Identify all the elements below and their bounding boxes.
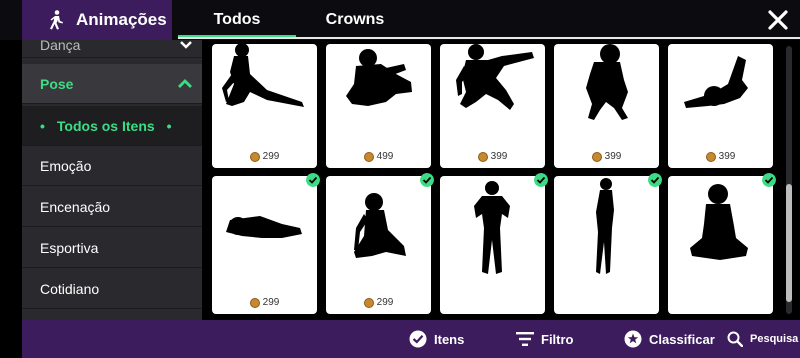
price-value: 399	[718, 151, 736, 162]
coin-icon	[591, 151, 602, 162]
owned-check-icon	[420, 173, 434, 187]
itens-label: Itens	[434, 331, 465, 347]
tab-crowns-label: Crowns	[325, 11, 385, 28]
pose-crouching-image	[586, 44, 628, 120]
item-grid: 299 499 399 399 399 299 299	[202, 40, 780, 320]
check-circle-icon	[409, 330, 427, 348]
filtro-label: Filtro	[541, 331, 574, 347]
sidebar-item-label: Cotidiano	[40, 280, 100, 297]
owned-check-icon	[648, 173, 662, 187]
price-tag: 399	[554, 151, 659, 162]
search-icon	[727, 331, 743, 347]
price-value: 399	[604, 151, 622, 162]
grid-scrollbar[interactable]	[786, 46, 792, 314]
item-card[interactable]: 299	[212, 44, 317, 168]
owned-check-icon	[306, 173, 320, 187]
item-card[interactable]: 399	[668, 44, 773, 168]
chevron-up-icon	[178, 78, 192, 88]
sidebar-item-emocao[interactable]: Emoção	[22, 146, 202, 186]
item-card[interactable]: 299	[326, 173, 434, 314]
owned-check-icon	[534, 173, 548, 187]
pesquisa-button[interactable]: Pesquisa	[727, 320, 798, 358]
pesquisa-label: Pesquisa	[750, 333, 799, 345]
tab-todos[interactable]: Todos	[178, 0, 296, 40]
category-sidebar: Dança Pose • Todos os Itens • Emoção Enc…	[22, 40, 202, 320]
price-value: 299	[262, 151, 280, 162]
animations-title: Animações	[22, 0, 172, 40]
sidebar-item-pose[interactable]: Pose	[22, 64, 202, 104]
classificar-button[interactable]: Classificar	[624, 320, 715, 358]
sidebar-item-encenacao[interactable]: Encenação	[22, 187, 202, 227]
item-card[interactable]: 399	[440, 44, 545, 168]
item-card[interactable]: 299	[212, 173, 320, 314]
scroll-thumb[interactable]	[786, 184, 792, 302]
price-value: 299	[262, 297, 280, 308]
close-icon[interactable]	[766, 8, 790, 32]
item-card[interactable]: 399	[554, 44, 659, 168]
price-tag: 399	[668, 151, 773, 162]
sidebar-item-cotidiano[interactable]: Cotidiano	[22, 269, 202, 309]
pose-lying-side-image	[226, 216, 302, 238]
sidebar-item-esportiva[interactable]: Esportiva	[22, 228, 202, 268]
price-value: 499	[376, 151, 394, 162]
chevron-down-icon	[180, 40, 192, 49]
star-circle-icon	[624, 330, 642, 348]
pose-lying-curled-image	[346, 49, 412, 106]
coin-icon	[363, 151, 374, 162]
item-card[interactable]: 499	[326, 44, 431, 168]
sidebar-item-label: Todos os Itens	[56, 117, 155, 134]
itens-button[interactable]: Itens	[409, 320, 464, 358]
price-value: 299	[376, 297, 394, 308]
coin-icon	[363, 297, 374, 308]
sidebar-item-label: Pose	[40, 75, 74, 92]
sidebar-item-label: Dança	[40, 40, 81, 53]
coin-icon	[249, 297, 260, 308]
sidebar-item-label: Encenação	[40, 198, 111, 215]
bullet-icon: •	[40, 117, 45, 134]
pose-sitting-stretch-image	[222, 44, 304, 107]
tab-crowns[interactable]: Crowns	[300, 0, 410, 40]
tab-todos-label: Todos	[213, 11, 261, 28]
pose-squat-reach-image	[456, 44, 534, 110]
sidebar-item-label: Esportiva	[40, 239, 99, 256]
bullet-icon: •	[166, 117, 172, 134]
coin-icon	[705, 151, 716, 162]
filtro-button[interactable]: Filtro	[516, 320, 574, 358]
filter-icon	[516, 332, 534, 346]
price-value: 399	[490, 151, 508, 162]
walking-person-icon	[50, 10, 63, 30]
classificar-label: Classificar	[649, 331, 715, 347]
bottom-toolbar: Itens Filtro Classificar Pesquisa	[22, 320, 800, 358]
item-card[interactable]	[554, 173, 662, 314]
price-tag: 299	[326, 297, 431, 308]
coin-icon	[249, 151, 260, 162]
sidebar-item-todos-os-itens[interactable]: • Todos os Itens •	[22, 106, 202, 146]
pose-lying-back-image	[684, 56, 748, 108]
sidebar-item-label: Emoção	[40, 157, 92, 174]
header-divider	[178, 37, 800, 39]
owned-check-icon	[762, 173, 776, 187]
price-tag: 399	[440, 151, 545, 162]
pose-cross-legged-image	[690, 184, 748, 260]
sidebar-item-danca[interactable]: Dança	[22, 40, 202, 58]
page-title: Animações	[76, 10, 167, 29]
coin-icon	[477, 151, 488, 162]
item-card[interactable]	[668, 173, 776, 314]
item-card[interactable]	[440, 173, 548, 314]
pose-standing-hands-hips-image	[474, 181, 510, 274]
pose-standing-side-image	[596, 178, 614, 274]
price-tag: 299	[212, 297, 317, 308]
top-bar: Animações Todos Crowns	[0, 0, 800, 40]
pose-sitting-floor-image	[354, 193, 406, 258]
price-tag: 299	[212, 151, 317, 162]
price-tag: 499	[326, 151, 431, 162]
